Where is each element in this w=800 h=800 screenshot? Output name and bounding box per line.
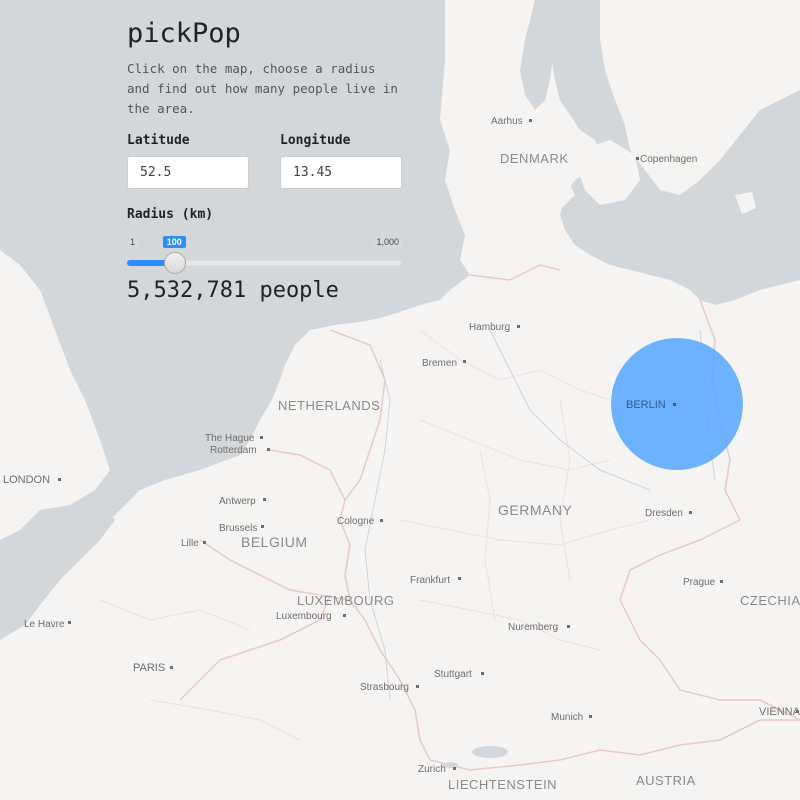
city-marker [267,448,270,451]
city-label-the-hague: The Hague [205,433,255,444]
city-label-stuttgart: Stuttgart [434,669,472,680]
app-title: pickPop [127,18,241,49]
city-label-paris: PARIS [133,662,165,674]
city-label-lille: Lille [181,538,199,549]
city-marker [689,511,692,514]
country-label-luxembourg: LUXEMBOURG [297,593,394,608]
slider-max-label: 1,000 [373,236,402,248]
city-label-zurich: Zurich [418,764,446,775]
city-label-bremen: Bremen [422,358,457,369]
city-marker [463,360,466,363]
radius-slider[interactable]: 1 1,000 100 [127,228,402,278]
city-marker [567,625,570,628]
population-result: 5,532,781 people [127,278,339,303]
slider-handle[interactable] [163,252,186,274]
city-label-luxembourg: Luxembourg [276,611,332,622]
control-panel: pickPop Click on the map, choose a radiu… [127,18,402,303]
city-label-munich: Munich [551,712,583,723]
latitude-label: Latitude [127,133,190,148]
city-label-copenhagen: Copenhagen [640,154,697,165]
city-marker [380,519,383,522]
country-label-liechtenstein: LIECHTENSTEIN [448,777,557,792]
city-marker [720,580,723,583]
city-marker [796,710,799,713]
city-marker [170,666,173,669]
longitude-label: Longitude [280,133,351,148]
city-marker [58,478,61,481]
city-label-prague: Prague [683,577,716,588]
country-label-czechia: CZECHIA [740,593,800,608]
city-marker [529,119,532,122]
city-label-le-havre: Le Havre [24,619,65,630]
city-label-vienna: VIENNA [759,706,800,718]
city-label-strasbourg: Strasbourg [360,682,409,693]
city-marker [458,577,461,580]
city-marker [343,614,346,617]
lake-constance [472,746,508,758]
city-marker [261,525,264,528]
coordinate-inputs: Latitude Longitude [127,133,402,189]
city-marker [260,436,263,439]
city-marker [589,715,592,718]
city-label-london: LONDON [3,474,50,486]
latitude-input[interactable] [127,156,249,189]
slider-min-label: 1 [127,236,139,248]
city-marker [263,498,266,501]
city-label-hamburg: Hamburg [469,322,510,333]
longitude-field: Longitude [280,133,402,189]
city-marker [453,767,456,770]
city-marker [416,685,419,688]
city-label-berlin: BERLIN [626,399,666,411]
country-label-denmark: DENMARK [500,151,569,166]
country-label-germany: GERMANY [498,502,572,518]
longitude-input[interactable] [280,156,402,189]
city-label-brussels: Brussels [219,523,257,534]
city-marker [203,541,206,544]
city-label-aarhus: Aarhus [491,116,523,127]
city-label-rotterdam: Rotterdam [210,445,257,456]
city-marker [517,325,520,328]
city-marker [481,672,484,675]
radius-label: Radius (km) [127,207,214,222]
city-label-antwerp: Antwerp [219,496,256,507]
country-label-netherlands: NETHERLANDS [278,398,380,413]
slider-value-label: 100 [162,236,186,248]
city-marker [68,621,71,624]
country-label-austria: AUSTRIA [636,773,696,788]
city-label-cologne: Cologne [337,516,375,527]
city-label-nuremberg: Nuremberg [508,622,558,633]
latitude-field: Latitude [127,133,249,189]
city-label-frankfurt: Frankfurt [410,575,450,586]
app-description: Click on the map, choose a radius and fi… [127,61,398,116]
city-marker [673,403,676,406]
city-marker [636,157,639,160]
country-label-belgium: BELGIUM [241,534,308,550]
city-label-dresden: Dresden [645,508,683,519]
